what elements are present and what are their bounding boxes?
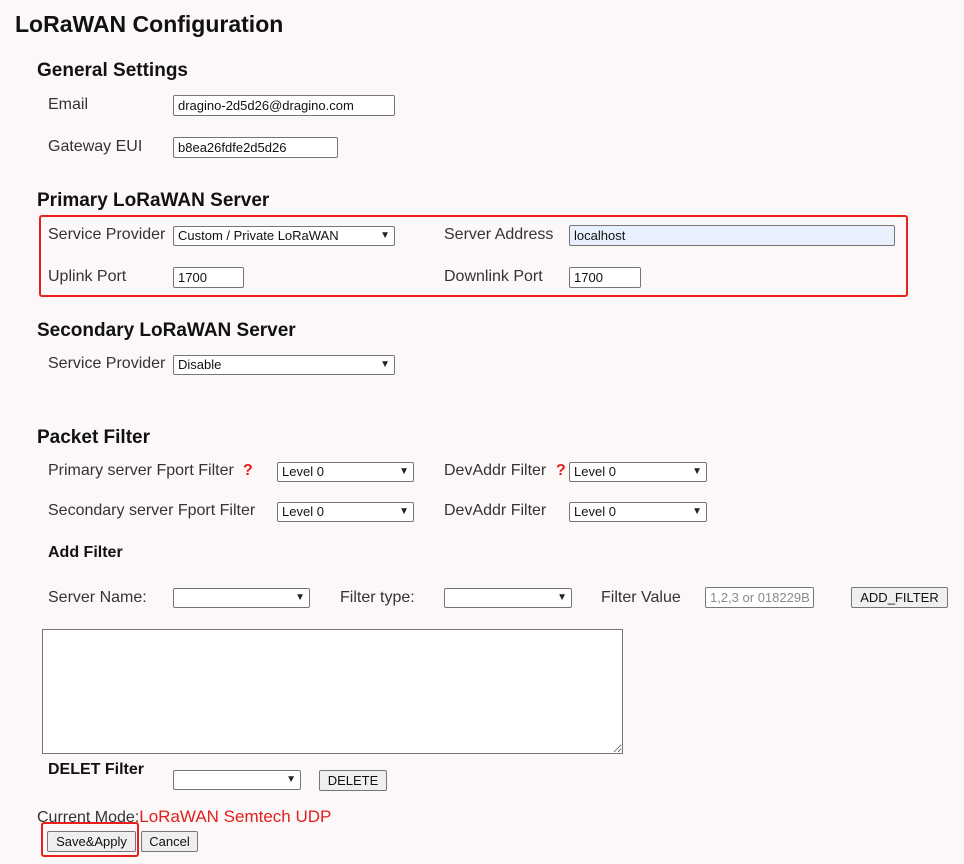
server-address-label: Server Address: [444, 226, 554, 243]
primary-devaddr-filter-select[interactable]: Level 0 ▼: [569, 462, 707, 482]
save-apply-button[interactable]: Save&Apply: [47, 831, 136, 852]
question-mark-icon[interactable]: ?: [556, 462, 566, 480]
chevron-down-icon: ▼: [380, 230, 390, 241]
filter-value-label: Filter Value: [601, 589, 681, 606]
secondary-fport-filter-label: Secondary server Fport Filter: [48, 502, 256, 519]
chevron-down-icon: ▼: [295, 592, 305, 603]
secondary-fport-filter-select[interactable]: Level 0 ▼: [277, 502, 414, 522]
packet-filter-heading: Packet Filter: [37, 427, 150, 448]
delete-filter-select[interactable]: ▼: [173, 770, 301, 790]
primary-fport-filter-value: Level 0: [282, 464, 324, 479]
secondary-devaddr-filter-select[interactable]: Level 0 ▼: [569, 502, 707, 522]
primary-fport-filter-label: Primary server Fport Filter: [48, 462, 234, 479]
server-name-label: Server Name:: [48, 589, 147, 606]
question-mark-icon[interactable]: ?: [243, 462, 253, 480]
downlink-port-label: Downlink Port: [444, 268, 543, 285]
general-settings-heading: General Settings: [37, 60, 188, 81]
current-mode-value: LoRaWAN Semtech UDP: [139, 807, 332, 826]
secondary-service-provider-select[interactable]: Disable ▼: [173, 355, 395, 375]
chevron-down-icon: ▼: [557, 592, 567, 603]
add-filter-button[interactable]: ADD_FILTER: [851, 587, 948, 608]
primary-server-heading: Primary LoRaWAN Server: [37, 190, 270, 211]
primary-devaddr-filter-label: DevAddr Filter: [444, 462, 547, 479]
delete-filter-heading: DELET Filter: [48, 761, 145, 778]
secondary-server-heading: Secondary LoRaWAN Server: [37, 320, 296, 341]
secondary-service-provider-value: Disable: [178, 357, 222, 372]
uplink-port-label: Uplink Port: [48, 268, 127, 285]
filter-type-label: Filter type:: [340, 589, 415, 606]
primary-devaddr-filter-value: Level 0: [574, 464, 616, 479]
cancel-button[interactable]: Cancel: [141, 831, 198, 852]
downlink-port-field[interactable]: [569, 267, 641, 288]
delete-button[interactable]: DELETE: [319, 770, 387, 791]
filter-type-select[interactable]: ▼: [444, 588, 572, 608]
filter-value-field[interactable]: [705, 587, 814, 608]
page-title: LoRaWAN Configuration: [15, 11, 284, 37]
chevron-down-icon: ▼: [399, 506, 409, 517]
primary-fport-filter-select[interactable]: Level 0 ▼: [277, 462, 414, 482]
primary-service-provider-label: Service Provider: [48, 226, 166, 243]
email-field[interactable]: [173, 95, 395, 116]
chevron-down-icon: ▼: [692, 506, 702, 517]
primary-service-provider-value: Custom / Private LoRaWAN: [178, 228, 339, 243]
chevron-down-icon: ▼: [399, 466, 409, 477]
gateway-eui-field[interactable]: [173, 137, 338, 158]
chevron-down-icon: ▼: [286, 774, 296, 785]
chevron-down-icon: ▼: [380, 359, 390, 370]
secondary-devaddr-filter-label: DevAddr Filter: [444, 502, 547, 519]
uplink-port-field[interactable]: [173, 267, 244, 288]
primary-service-provider-select[interactable]: Custom / Private LoRaWAN ▼: [173, 226, 395, 246]
gateway-eui-label: Gateway EUI: [48, 138, 143, 155]
chevron-down-icon: ▼: [692, 466, 702, 477]
secondary-fport-filter-value: Level 0: [282, 504, 324, 519]
server-name-select[interactable]: ▼: [173, 588, 310, 608]
secondary-service-provider-label: Service Provider: [48, 355, 166, 372]
server-address-field[interactable]: [569, 225, 895, 246]
add-filter-heading: Add Filter: [48, 544, 123, 561]
email-label: Email: [48, 96, 89, 113]
filter-list-textarea[interactable]: [42, 629, 623, 754]
secondary-devaddr-filter-value: Level 0: [574, 504, 616, 519]
